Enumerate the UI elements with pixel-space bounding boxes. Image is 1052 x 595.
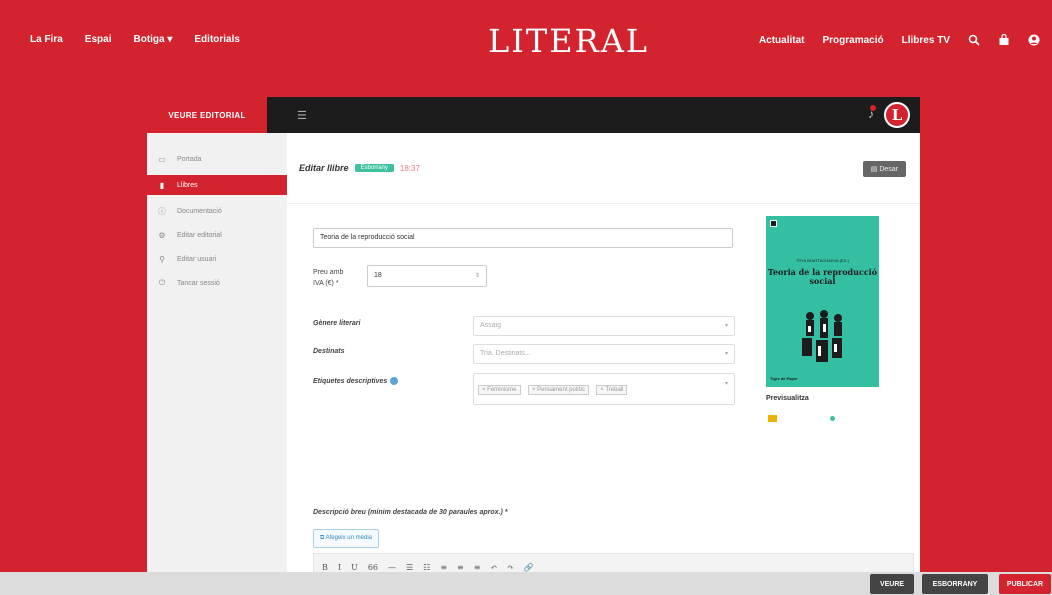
genre-value: Assaig bbox=[480, 322, 502, 329]
audience-label: Destinats bbox=[313, 348, 345, 355]
sidebar-item-portada[interactable]: ▭ Portada bbox=[147, 151, 287, 167]
nav-link-actualitat[interactable]: Actualitat bbox=[759, 35, 805, 46]
editor-header: Editar llibre Esborrany 18:37 bbox=[299, 163, 420, 173]
price-value: 18 bbox=[374, 272, 382, 279]
home-icon: ▭ bbox=[158, 154, 166, 164]
numbered-list-button[interactable]: ☷ bbox=[423, 563, 430, 572]
chevron-down-icon: ▾ bbox=[724, 351, 728, 357]
book-cover-image[interactable]: TITHI BHATTACHARYA (ED.) Teoria de la re… bbox=[766, 216, 879, 387]
image-icon[interactable] bbox=[768, 415, 777, 422]
doc-icon: ⓘ bbox=[158, 206, 166, 216]
audience-select[interactable]: Tria. Destinats... ▾ bbox=[473, 344, 735, 364]
avatar[interactable]: L bbox=[884, 102, 910, 128]
book-title-input[interactable]: Teoria de la reproducció social bbox=[313, 228, 733, 248]
tag-chip[interactable]: × Pensament polític bbox=[527, 385, 589, 395]
site-logo[interactable]: LITERAL bbox=[488, 22, 649, 60]
add-media-button[interactable]: ⧉ Afegeix un mèdia bbox=[313, 529, 379, 548]
align-center-button[interactable]: ≡ bbox=[457, 563, 464, 572]
align-right-button[interactable]: ≡ bbox=[474, 563, 481, 572]
sidebar-item-label: Documentació bbox=[177, 207, 222, 215]
bullet-list-button[interactable]: ☰ bbox=[406, 563, 413, 572]
price-label: Preu amb IVA (€) * bbox=[313, 269, 344, 287]
cover-publisher: Tigre de Paper bbox=[770, 376, 798, 381]
sidebar-item-label: Portada bbox=[177, 155, 202, 163]
sidebar-item-label: Editar editorial bbox=[177, 231, 222, 239]
status-badge: Esborrany bbox=[354, 164, 394, 172]
search-icon[interactable] bbox=[968, 34, 980, 46]
nav-link-espai[interactable]: Espai bbox=[85, 34, 112, 45]
save-label: Desar bbox=[879, 166, 898, 173]
price-input[interactable]: 18 ⇕ bbox=[367, 265, 487, 287]
genre-select[interactable]: Assaig ▾ bbox=[473, 316, 735, 336]
sidebar-item-label: Editar usuari bbox=[177, 255, 217, 263]
nav-left: La Fira Espai Botiga ▾ Editorials bbox=[30, 34, 240, 45]
user-icon: ⚲ bbox=[159, 254, 165, 264]
align-left-button[interactable]: ≡ bbox=[440, 563, 447, 572]
sidebar-item-tancar-sessio[interactable]: ⏻ Tancar sessió bbox=[147, 275, 287, 291]
cover-illustration bbox=[802, 310, 842, 362]
chevron-down-icon: ▾ bbox=[724, 323, 728, 329]
undo-button[interactable]: ↶ bbox=[490, 563, 497, 572]
hr-button[interactable]: — bbox=[388, 563, 396, 572]
editor-app-window: VEURE EDITORIAL ☰ ♪ L ▭ Portada ▮ Llibre… bbox=[147, 97, 920, 572]
nav-link-fira[interactable]: La Fira bbox=[30, 34, 63, 45]
tags-label-text: Etiquetes descriptives bbox=[313, 377, 388, 385]
description-label: Descripció breu (mínim destacada de 30 p… bbox=[313, 509, 508, 516]
quote-button[interactable]: 66 bbox=[368, 563, 378, 572]
view-editorial-button[interactable]: VEURE EDITORIAL bbox=[147, 97, 267, 133]
header-divider bbox=[287, 203, 920, 204]
last-saved-time: 18:37 bbox=[399, 163, 420, 173]
redo-button[interactable]: ↷ bbox=[507, 563, 514, 572]
nav-right: Actualitat Programació Llibres TV bbox=[759, 34, 1040, 46]
edit-icon: ⚙ bbox=[158, 230, 166, 240]
view-button[interactable]: VEURE bbox=[870, 574, 914, 594]
text-editor-toolbar: B I U 66 — ☰ ☷ ≡ ≡ ≡ ↶ ↷ 🔗 bbox=[313, 553, 914, 572]
site-header: La Fira Espai Botiga ▾ Editorials LITERA… bbox=[0, 0, 1052, 80]
sidebar-item-llibres[interactable]: ▮ Llibres bbox=[147, 175, 287, 195]
book-icon: ▮ bbox=[159, 180, 165, 190]
tags-select[interactable]: × Feminisme × Pensament polític × Trebal… bbox=[473, 373, 735, 405]
tag-chip[interactable]: × Treball bbox=[596, 385, 628, 395]
notification-dot bbox=[870, 105, 876, 111]
stepper-icon[interactable]: ⇕ bbox=[475, 272, 480, 279]
sidebar-item-label: Llibres bbox=[177, 181, 198, 189]
bold-button[interactable]: B bbox=[322, 563, 328, 572]
app-topbar: VEURE EDITORIAL ☰ ♪ L bbox=[147, 97, 920, 133]
cover-corner-mark bbox=[770, 220, 777, 227]
nav-link-editorials[interactable]: Editorials bbox=[194, 34, 240, 45]
cover-author: TITHI BHATTACHARYA (ED.) bbox=[796, 258, 849, 263]
save-button[interactable]: ▤ Desar bbox=[862, 161, 906, 177]
nav-link-programacio[interactable]: Programació bbox=[823, 35, 884, 46]
tag-chip[interactable]: × Feminisme bbox=[478, 385, 521, 395]
nav-link-llibres-tv[interactable]: Llibres TV bbox=[902, 35, 950, 46]
status-dot-icon bbox=[830, 416, 835, 421]
chevron-down-icon: ▾ bbox=[724, 381, 728, 387]
editor-main: Editar llibre Esborrany 18:37 ▤ Desar Te… bbox=[287, 133, 920, 572]
sidebar-item-editar-usuari[interactable]: ⚲ Editar usuari bbox=[147, 251, 287, 267]
menu-toggle-icon[interactable]: ☰ bbox=[297, 109, 307, 122]
underline-button[interactable]: U bbox=[351, 563, 358, 572]
genre-label: Gènere literari bbox=[313, 320, 361, 327]
sidebar-item-editar-editorial[interactable]: ⚙ Editar editorial bbox=[147, 227, 287, 243]
link-button[interactable]: 🔗 bbox=[524, 563, 534, 572]
sidebar: ▭ Portada ▮ Llibres ⓘ Documentació ⚙ Edi… bbox=[147, 133, 287, 572]
add-media-label: Afegeix un mèdia bbox=[325, 535, 372, 541]
publish-button[interactable]: PUBLICAR bbox=[999, 574, 1051, 594]
tags-label: Etiquetes descriptives bbox=[313, 377, 399, 385]
sidebar-item-label: Tancar sessió bbox=[177, 279, 220, 287]
nav-link-botiga[interactable]: Botiga ▾ bbox=[133, 34, 172, 45]
cart-icon[interactable] bbox=[998, 34, 1010, 46]
info-icon[interactable] bbox=[390, 377, 399, 385]
preview-label: Previsualitza bbox=[766, 395, 809, 402]
cover-title: Teoria de la reproducció social bbox=[767, 267, 878, 286]
save-draft-button[interactable]: ESBORRANY bbox=[922, 574, 988, 594]
italic-button[interactable]: I bbox=[338, 563, 341, 572]
sidebar-item-documentacio[interactable]: ⓘ Documentació bbox=[147, 203, 287, 219]
page-title: Editar llibre bbox=[299, 163, 349, 173]
user-icon[interactable] bbox=[1028, 34, 1040, 46]
audience-placeholder: Tria. Destinats... bbox=[480, 350, 531, 357]
logout-icon: ⏻ bbox=[158, 278, 166, 287]
